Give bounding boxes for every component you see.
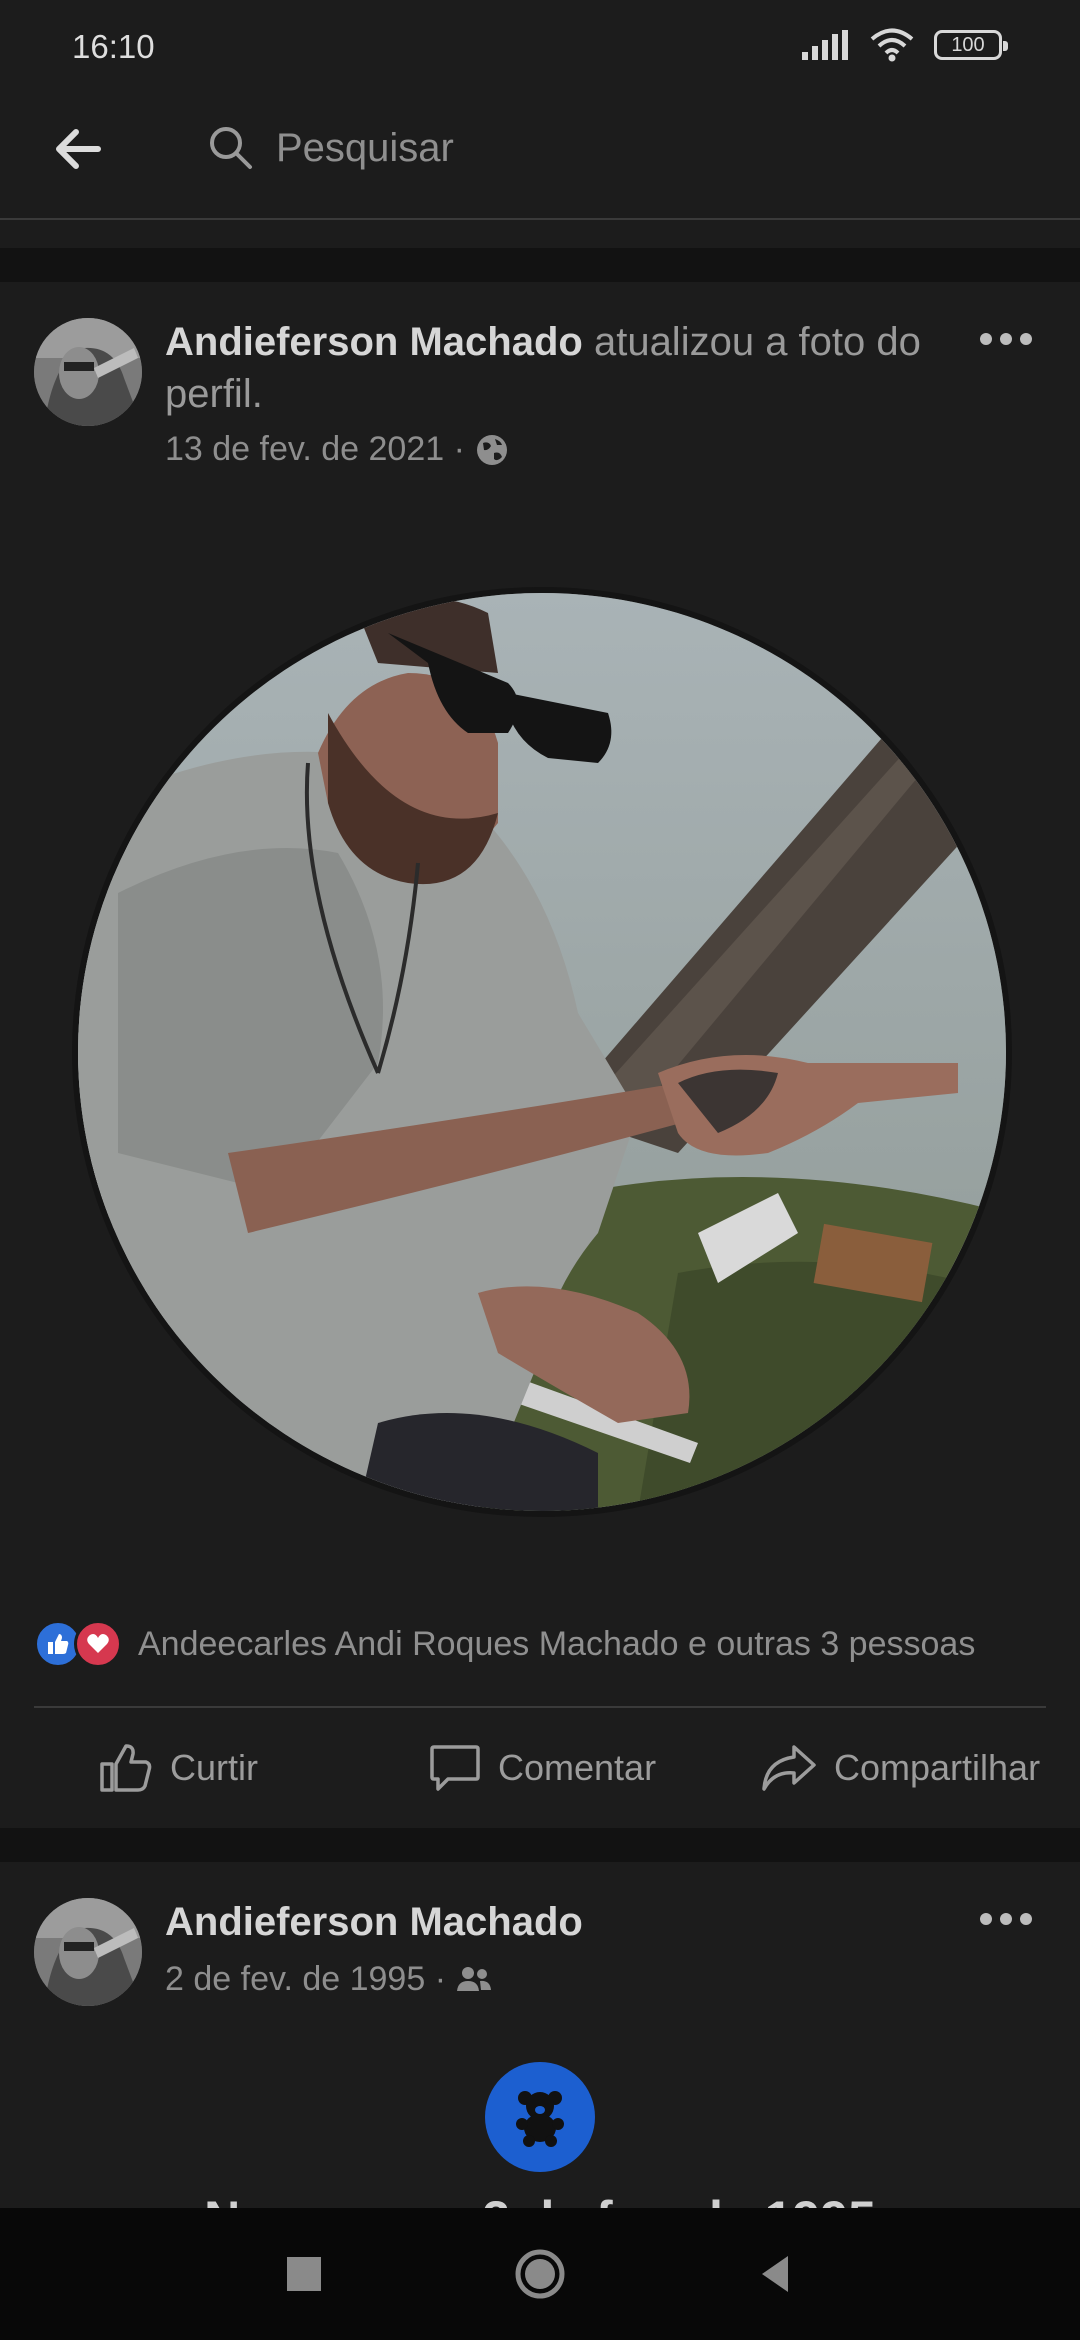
comment-icon [430,1745,480,1791]
author-name[interactable]: Andieferson Machado [165,320,583,364]
battery-level: 100 [951,33,985,56]
comment-button[interactable]: Comentar [428,1718,656,1818]
comment-label: Comentar [498,1747,657,1788]
share-label: Compartilhar [834,1747,1041,1788]
divider [34,1706,1046,1708]
battery-icon: 100 [934,30,1008,60]
share-icon [762,1745,816,1791]
system-nav-bar [0,2208,1080,2340]
status-bar: 16:10 100 [0,0,1080,100]
feed-separator [0,248,1080,282]
post-date[interactable]: 13 de fev. de 2021 · [165,430,465,469]
post-meta: 2 de fev. de 1995 · [165,1960,492,1999]
teddy-bear-icon [485,2062,595,2172]
author-name[interactable]: Andieferson Machado [165,1900,583,1944]
back-arrow-icon[interactable] [46,118,108,180]
avatar[interactable] [34,1898,142,2006]
post-meta: 13 de fev. de 2021 · [165,430,509,469]
search-icon [210,127,252,169]
recent-apps-button[interactable] [276,2246,332,2302]
friends-icon [457,1966,492,1991]
post-header-text: Andieferson Machado [165,1896,965,1948]
status-icons: 100 [802,28,1008,62]
signal-icon [802,30,848,60]
post-action-bar: Curtir Comentar Compartilhar [0,1718,1080,1818]
share-button[interactable]: Compartilhar [760,1718,1040,1818]
post-header-text: Andieferson Machado atualizou a foto do … [165,316,965,420]
home-button[interactable] [512,2246,568,2302]
post-date[interactable]: 2 de fev. de 1995 · [165,1960,446,1999]
feed-separator [0,1828,1080,1862]
thumbs-up-icon [100,1744,152,1792]
like-button[interactable]: Curtir [98,1718,258,1818]
search-input[interactable] [274,116,974,180]
status-time: 16:10 [72,28,155,65]
love-reaction-icon [74,1620,122,1668]
reactions-summary[interactable]: Andeecarles Andi Roques Machado e outras… [34,1620,975,1668]
back-button[interactable] [748,2246,804,2302]
profile-photo[interactable] [78,593,1006,1511]
more-options-icon[interactable] [978,1904,1034,1934]
more-options-icon[interactable] [978,324,1034,354]
like-label: Curtir [170,1747,258,1788]
globe-icon [476,434,507,465]
reactions-text: Andeecarles Andi Roques Machado e outras… [138,1624,976,1663]
avatar[interactable] [34,318,142,426]
wifi-icon [870,28,914,62]
